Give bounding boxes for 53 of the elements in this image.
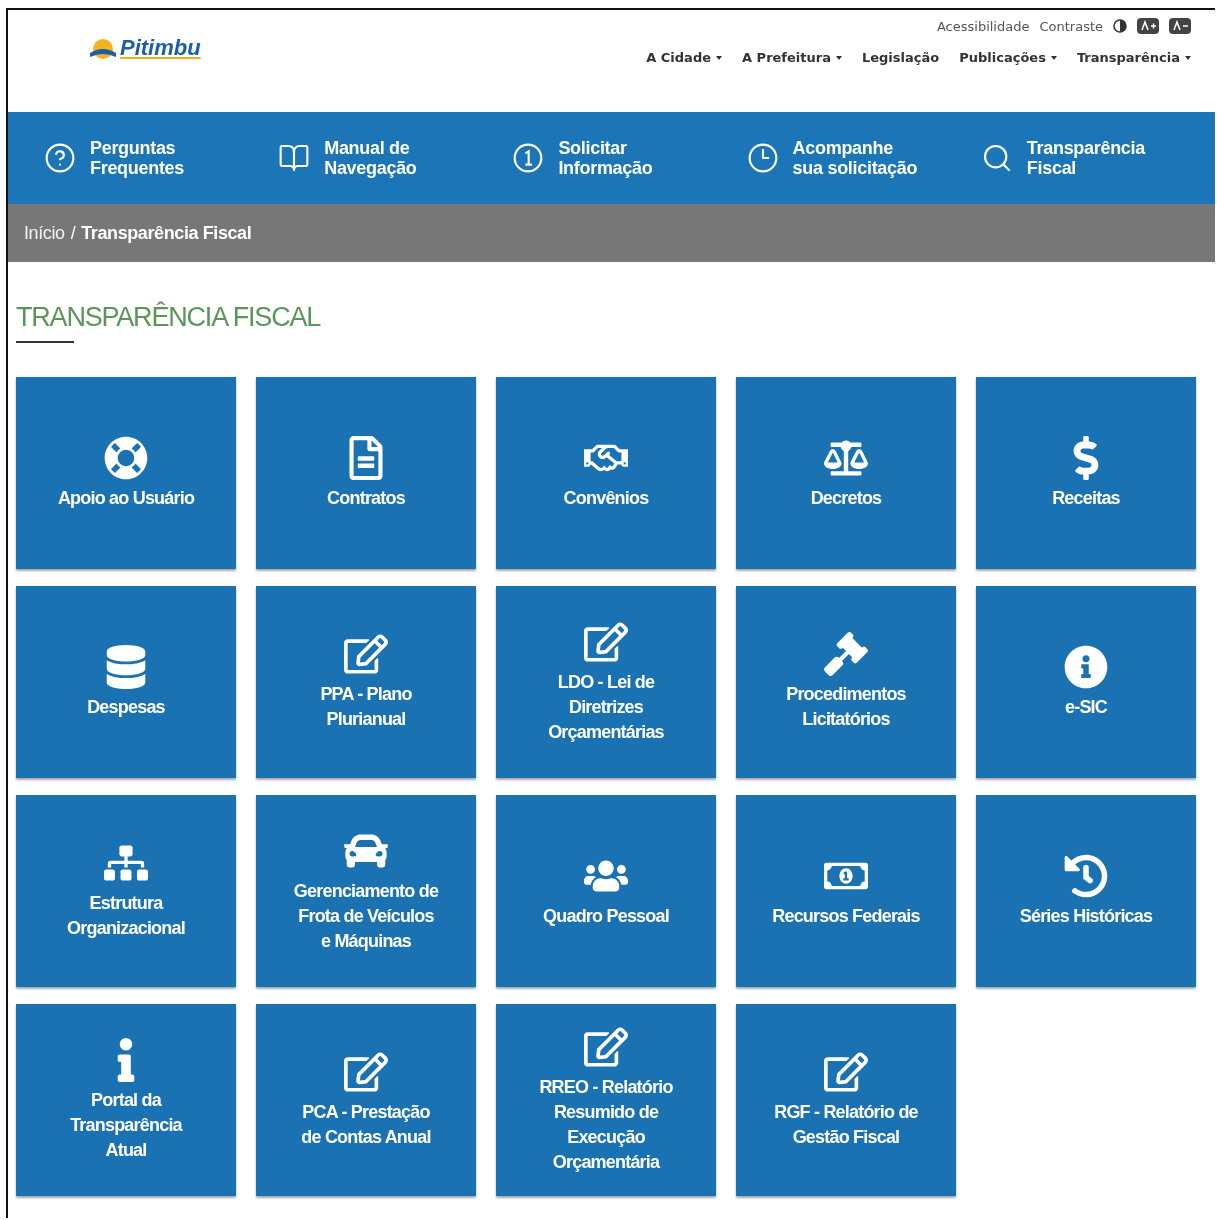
- font-increase-icon[interactable]: [1137, 18, 1159, 34]
- book-icon: [278, 142, 311, 174]
- category-tile[interactable]: Decretos: [736, 377, 956, 569]
- edit-icon: [584, 1025, 628, 1069]
- category-tile[interactable]: Estrutura Organizacional: [16, 795, 236, 987]
- quick-link[interactable]: Manual de Navegação: [278, 138, 513, 178]
- font-decrease-icon[interactable]: [1169, 18, 1191, 34]
- menu-item[interactable]: Transparência: [1076, 50, 1191, 65]
- category-tile[interactable]: Séries Históricas: [976, 795, 1196, 987]
- category-tile[interactable]: PPA - Plano Plurianual: [256, 586, 476, 778]
- quick-link[interactable]: Solicitar Informação: [512, 138, 747, 178]
- accessibility-link[interactable]: Acessibilidade: [936, 18, 1030, 34]
- lifebuoy-icon: [104, 435, 148, 480]
- menu-item[interactable]: A Cidade: [646, 50, 722, 65]
- category-tile[interactable]: RREO - Relatório Resumido de Execução Orçamentária: [496, 1004, 716, 1196]
- quick-link[interactable]: Acompanhe sua solicitação: [746, 138, 981, 178]
- category-tile[interactable]: Convênios: [496, 377, 716, 569]
- category-tile[interactable]: Apoio ao Usuário: [16, 377, 236, 569]
- quick-link[interactable]: Transparência Fiscal: [980, 138, 1215, 178]
- accessibility-link[interactable]: Contraste: [1039, 18, 1103, 34]
- category-tile[interactable]: Quadro Pessoal: [496, 795, 716, 987]
- menu-item[interactable]: Publicações: [959, 50, 1057, 65]
- category-tile[interactable]: Portal da Transparência Atual: [16, 1004, 236, 1196]
- category-tile[interactable]: Contratos: [256, 377, 476, 569]
- breadcrumb-link[interactable]: Início: [24, 222, 65, 244]
- info-icon: [1064, 644, 1108, 689]
- help-icon: [44, 142, 76, 174]
- edit-icon: [344, 632, 388, 676]
- breadcrumb-current: Transparência Fiscal: [81, 222, 252, 244]
- category-tile[interactable]: e-SIC: [976, 586, 1196, 778]
- page-title: TRANSPARÊNCIA FISCAL: [16, 302, 322, 333]
- edit-icon: [344, 1050, 388, 1094]
- category-tile[interactable]: PCA - Prestação de Contas Anual: [256, 1004, 476, 1196]
- gavel-icon: [824, 632, 868, 676]
- category-tile[interactable]: RGF - Relatório de Gestão Fiscal: [736, 1004, 956, 1196]
- menu-item[interactable]: A Prefeitura: [742, 50, 842, 65]
- quick-link[interactable]: Perguntas Frequentes: [44, 138, 279, 178]
- database-icon: [104, 644, 148, 689]
- category-tile[interactable]: Recursos Federais: [736, 795, 956, 987]
- category-tile[interactable]: Receitas: [976, 377, 1196, 569]
- history-icon: [1064, 853, 1108, 898]
- menu-item[interactable]: Legislação: [861, 50, 940, 65]
- category-tile[interactable]: Gerenciamento de Frota de Veículos e Máquinas: [256, 795, 476, 987]
- contrast-icon[interactable]: [1113, 19, 1127, 33]
- edit-icon: [584, 619, 628, 664]
- category-tile[interactable]: Despesas: [16, 586, 236, 778]
- edit-icon: [824, 1050, 868, 1094]
- breadcrumb-separator: /: [70, 222, 76, 244]
- clock-icon: [746, 142, 779, 174]
- category-tile[interactable]: LDO - Lei de Diretrizes Orçamentárias: [496, 586, 716, 778]
- logo[interactable]: Pitimbu: [120, 35, 201, 61]
- category-tile[interactable]: Procedimentos Licitatórios: [736, 586, 956, 778]
- numbered-circle-icon: [512, 142, 545, 174]
